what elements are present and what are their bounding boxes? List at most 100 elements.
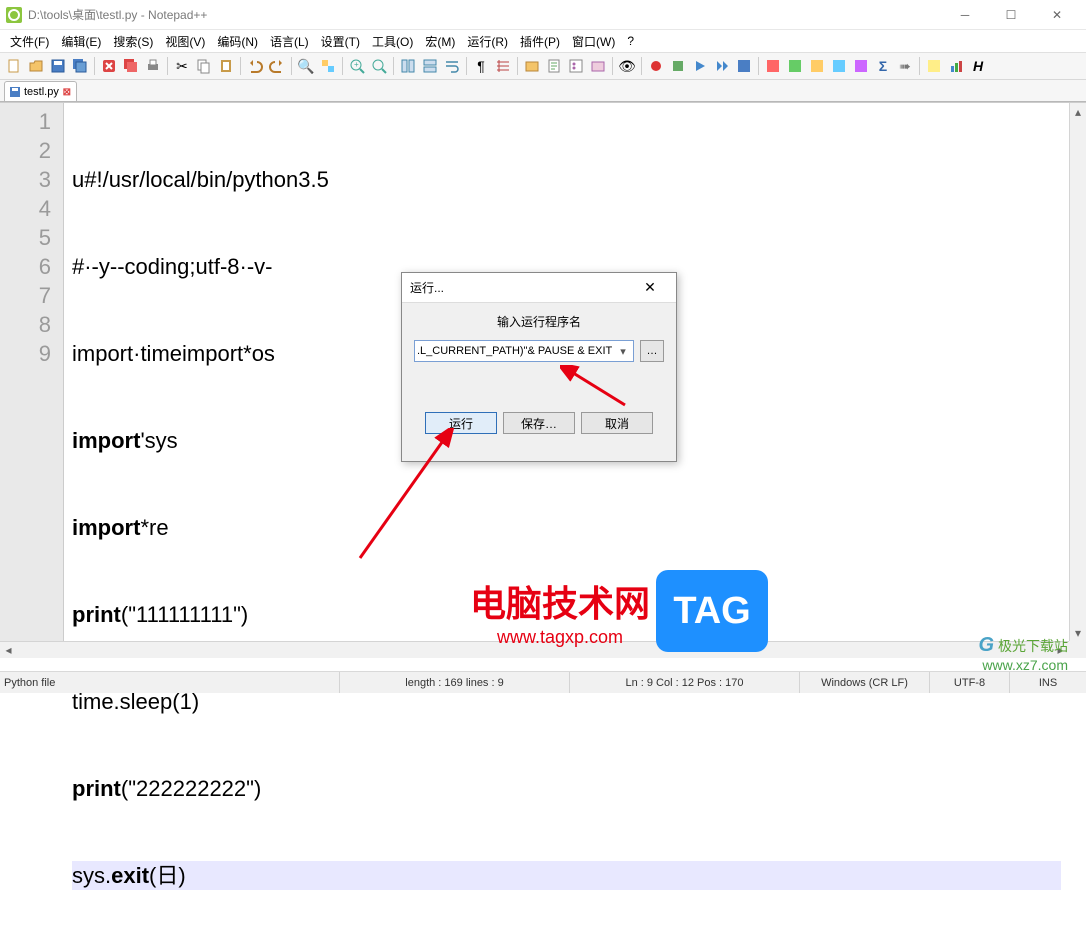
window-title: D:\tools\桌面\testl.py - Notepad++ (28, 6, 942, 23)
menu-edit[interactable]: 编辑(E) (55, 32, 107, 51)
hex-icon[interactable]: H (968, 56, 988, 76)
line-number: 7 (0, 281, 51, 310)
browse-button[interactable]: … (640, 340, 664, 362)
watermark2-name: 极光下载站 (998, 638, 1068, 654)
save-run-button[interactable]: 保存… (503, 412, 575, 434)
indent-guide-icon[interactable] (493, 56, 513, 76)
cancel-button[interactable]: 取消 (581, 412, 653, 434)
menu-file[interactable]: 文件(F) (4, 32, 55, 51)
scroll-up-icon[interactable]: ▴ (1070, 103, 1086, 120)
scrollbar-vertical[interactable]: ▴ ▾ (1069, 103, 1086, 658)
sync-v-icon[interactable] (398, 56, 418, 76)
status-eol[interactable]: Windows (CR LF) (800, 672, 930, 693)
status-position: Ln : 9 Col : 12 Pos : 170 (570, 672, 800, 693)
line-number: 8 (0, 310, 51, 339)
watermark-logo-icon: G (979, 634, 995, 656)
fx-icon[interactable] (924, 56, 944, 76)
zoom-out-icon[interactable] (369, 56, 389, 76)
menu-view[interactable]: 视图(V) (159, 32, 211, 51)
folder-tree-icon[interactable] (588, 56, 608, 76)
save-macro-icon[interactable] (734, 56, 754, 76)
code-line: print("222222222") (72, 774, 1061, 803)
playback-multi-icon[interactable] (712, 56, 732, 76)
convert-case-icon[interactable]: Σ (873, 56, 893, 76)
menu-run[interactable]: 运行(R) (461, 32, 514, 51)
undo-icon[interactable] (245, 56, 265, 76)
menu-settings[interactable]: 设置(T) (315, 32, 366, 51)
menu-window[interactable]: 窗口(W) (566, 32, 621, 51)
cut-icon[interactable]: ✂ (172, 56, 192, 76)
save-all-icon[interactable] (70, 56, 90, 76)
minimize-button[interactable]: ─ (942, 0, 988, 30)
line-number: 9 (0, 339, 51, 368)
comment-icon[interactable]: ➠ (895, 56, 915, 76)
stop-icon[interactable] (668, 56, 688, 76)
sync-h-icon[interactable] (420, 56, 440, 76)
find-icon[interactable]: 🔍 (296, 56, 316, 76)
folder-panel-icon[interactable] (522, 56, 542, 76)
monitor-icon[interactable]: 👁 (617, 56, 637, 76)
status-length: length : 169 lines : 9 (340, 672, 570, 693)
watermark-url: www.tagxp.com (470, 627, 650, 648)
menu-bar: 文件(F) 编辑(E) 搜索(S) 视图(V) 编码(N) 语言(L) 设置(T… (0, 30, 1086, 52)
scroll-left-icon[interactable]: ◂ (0, 642, 17, 658)
menu-encoding[interactable]: 编码(N) (211, 32, 264, 51)
chevron-down-icon[interactable]: ▾ (615, 345, 631, 358)
dialog-close-button[interactable]: ✕ (632, 276, 668, 300)
close-all-icon[interactable] (121, 56, 141, 76)
status-bar: Python file length : 169 lines : 9 Ln : … (0, 671, 1086, 693)
run-command-value: .L_CURRENT_PATH)"& PAUSE & EXIT (417, 345, 615, 357)
menu-plugins[interactable]: 插件(P) (514, 32, 566, 51)
zoom-in-icon[interactable]: + (347, 56, 367, 76)
new-file-icon[interactable] (4, 56, 24, 76)
line-number: 4 (0, 194, 51, 223)
status-insert-mode[interactable]: INS (1010, 672, 1086, 693)
redo-icon[interactable] (267, 56, 287, 76)
style1-icon[interactable] (763, 56, 783, 76)
menu-macro[interactable]: 宏(M) (419, 32, 461, 51)
dialog-title: 运行... (410, 279, 632, 296)
tab-label: testl.py (24, 86, 59, 98)
open-file-icon[interactable] (26, 56, 46, 76)
run-dialog: 运行... ✕ 输入运行程序名 .L_CURRENT_PATH)"& PAUSE… (401, 272, 677, 462)
scroll-corner (1069, 641, 1086, 658)
paste-icon[interactable] (216, 56, 236, 76)
window-titlebar: D:\tools\桌面\testl.py - Notepad++ ─ ☐ ✕ (0, 0, 1086, 30)
close-file-icon[interactable] (99, 56, 119, 76)
tab-close-icon[interactable]: ⊠ (62, 87, 72, 97)
show-all-icon[interactable]: ¶ (471, 56, 491, 76)
play-icon[interactable] (690, 56, 710, 76)
menu-search[interactable]: 搜索(S) (107, 32, 159, 51)
line-number: 2 (0, 136, 51, 165)
code-line-current: sys.exit(日) (72, 861, 1061, 890)
style3-icon[interactable] (807, 56, 827, 76)
copy-icon[interactable] (194, 56, 214, 76)
style5-icon[interactable] (851, 56, 871, 76)
menu-language[interactable]: 语言(L) (264, 32, 315, 51)
chart-icon[interactable] (946, 56, 966, 76)
style4-icon[interactable] (829, 56, 849, 76)
save-icon[interactable] (48, 56, 68, 76)
record-icon[interactable] (646, 56, 666, 76)
tab-bar: testl.py ⊠ (0, 80, 1086, 102)
doc-map-icon[interactable] (544, 56, 564, 76)
watermark-site1: 电脑技术网 www.tagxp.com TAG (470, 570, 768, 652)
line-number: 6 (0, 252, 51, 281)
run-command-combo[interactable]: .L_CURRENT_PATH)"& PAUSE & EXIT ▾ (414, 340, 634, 362)
function-list-icon[interactable] (566, 56, 586, 76)
style2-icon[interactable] (785, 56, 805, 76)
file-tab[interactable]: testl.py ⊠ (4, 81, 77, 101)
status-encoding[interactable]: UTF-8 (930, 672, 1010, 693)
run-button[interactable]: 运行 (425, 412, 497, 434)
maximize-button[interactable]: ☐ (988, 0, 1034, 30)
print-icon[interactable] (143, 56, 163, 76)
scroll-down-icon[interactable]: ▾ (1070, 624, 1086, 641)
app-icon (6, 7, 22, 23)
close-button[interactable]: ✕ (1034, 0, 1080, 30)
watermark-site2: G 极光下载站 www.xz7.com (979, 634, 1068, 673)
menu-tools[interactable]: 工具(O) (366, 32, 419, 51)
menu-help[interactable]: ? (621, 33, 640, 49)
replace-icon[interactable] (318, 56, 338, 76)
wrap-icon[interactable] (442, 56, 462, 76)
watermark-tag: TAG (656, 570, 768, 652)
